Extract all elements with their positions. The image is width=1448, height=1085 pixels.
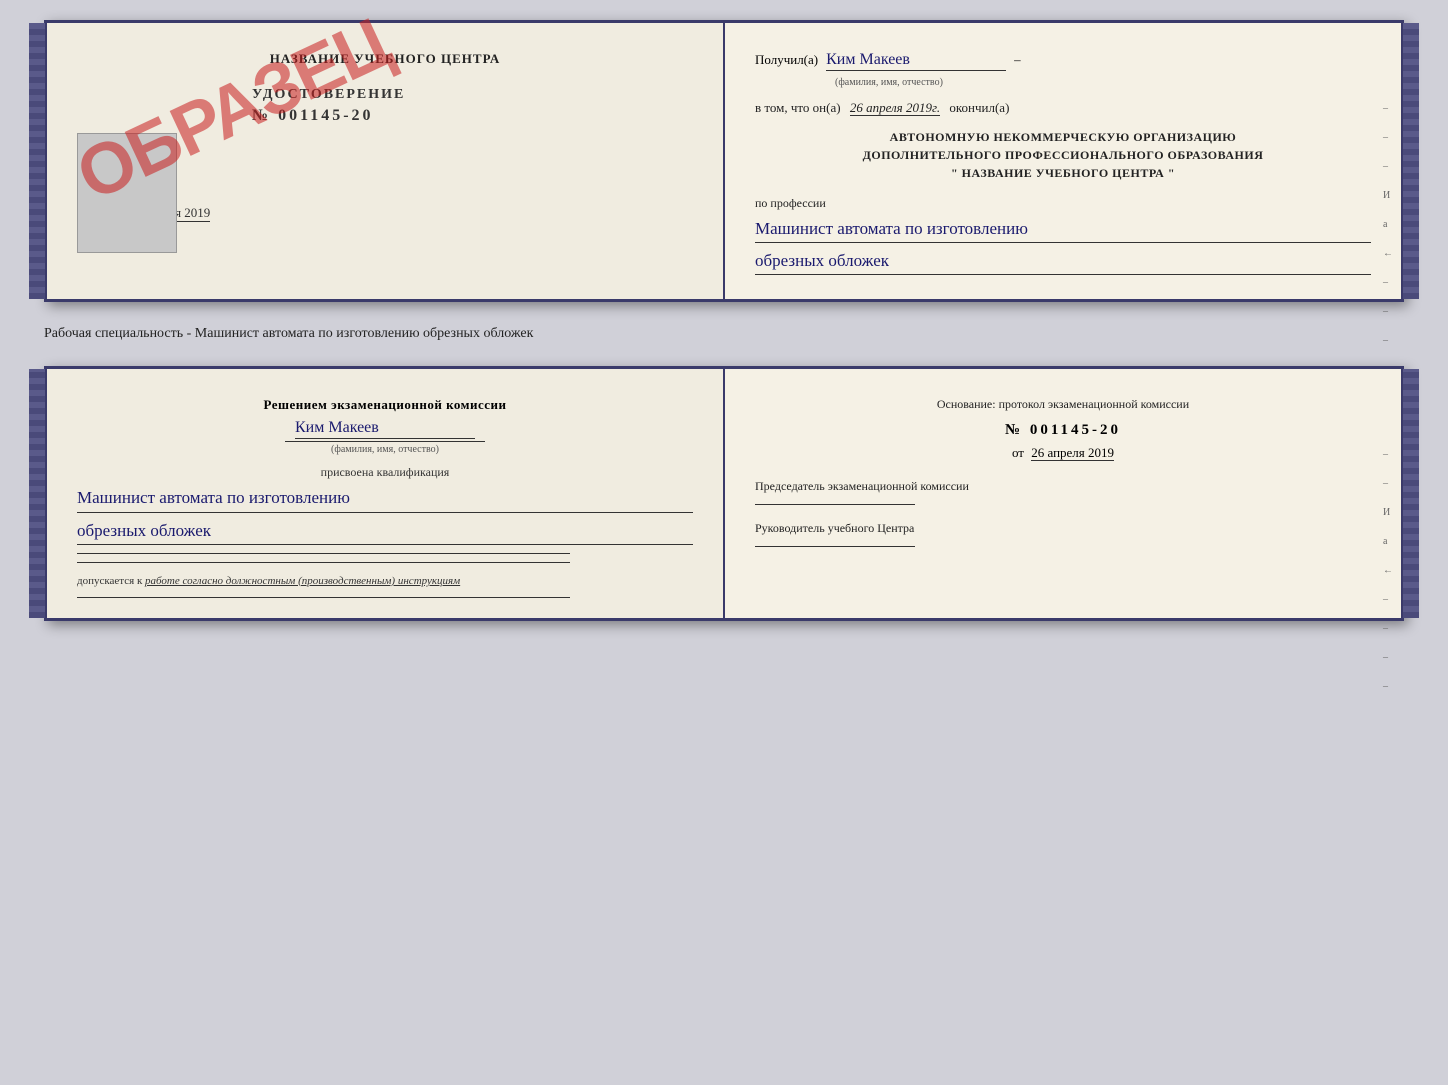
- director-label: Руководитель учебного Центра: [755, 521, 1371, 536]
- protocol-date-line: от 26 апреля 2019: [755, 445, 1371, 461]
- org-quote-open: ": [951, 166, 958, 180]
- assigned-label: присвоена квалификация: [77, 465, 693, 480]
- bottom-margin-indicators: – – И а ← – – – –: [1383, 449, 1393, 692]
- bottom-doc-right: Основание: протокол экзаменационной коми…: [725, 369, 1401, 617]
- org-name: НАЗВАНИЕ УЧЕБНОГО ЦЕНТРА: [962, 166, 1165, 180]
- separator-label: Рабочая специальность - Машинист автомат…: [44, 320, 1404, 348]
- org-line1: АВТОНОМНУЮ НЕКОММЕРЧЕСКУЮ ОРГАНИЗАЦИЮ: [755, 128, 1371, 146]
- in-that-line: в том, что он(а) 26 апреля 2019г. окончи…: [755, 100, 1371, 116]
- margin-indicators: – – – И а ← – – – –: [1383, 103, 1393, 375]
- school-name-top: НАЗВАНИЕ УЧЕБНОГО ЦЕНТРА: [77, 51, 693, 67]
- protocol-date-value: 26 апреля 2019: [1031, 445, 1114, 461]
- org-block: АВТОНОМНУЮ НЕКОММЕРЧЕСКУЮ ОРГАНИЗАЦИЮ ДО…: [755, 128, 1371, 182]
- top-doc-left: НАЗВАНИЕ УЧЕБНОГО ЦЕНТРА ОБРАЗЕЦ УДОСТОВ…: [47, 23, 725, 299]
- bottom-document: Решением экзаменационной комиссии Ким Ма…: [44, 366, 1404, 620]
- photo-area: [77, 133, 177, 253]
- bottom-person-name: Ким Макеев: [295, 419, 475, 439]
- cert-label: УДОСТОВЕРЕНИЕ: [252, 87, 693, 103]
- profession-label: по профессии: [755, 196, 1371, 211]
- decision-text: Решением экзаменационной комиссии: [77, 397, 693, 413]
- qual-line1: Машинист автомата по изготовлению: [77, 484, 693, 512]
- org-quote-close: ": [1168, 166, 1175, 180]
- date-value-top: 26 апреля 2019г.: [850, 100, 940, 116]
- cert-number: № 001145-20: [252, 107, 693, 125]
- top-document: НАЗВАНИЕ УЧЕБНОГО ЦЕНТРА ОБРАЗЕЦ УДОСТОВ…: [44, 20, 1404, 302]
- received-line: Получил(а) Ким Макеев –: [755, 51, 1371, 71]
- date-prefix: от: [1012, 445, 1024, 460]
- qual-line2: обрезных обложек: [77, 517, 693, 545]
- allowed-text: работе согласно должностным (производств…: [145, 575, 460, 587]
- bottom-person-name-wrapper: Ким Макеев: [77, 419, 693, 439]
- chairman-label: Председатель экзаменационной комиссии: [755, 479, 1371, 494]
- dash1: –: [1014, 52, 1021, 68]
- in-that-prefix: в том, что он(а): [755, 100, 841, 115]
- org-line2: ДОПОЛНИТЕЛЬНОГО ПРОФЕССИОНАЛЬНОГО ОБРАЗО…: [755, 146, 1371, 164]
- profession-line2: обрезных обложек: [755, 247, 1371, 275]
- org-name-line: " НАЗВАНИЕ УЧЕБНОГО ЦЕНТРА ": [755, 164, 1371, 182]
- bottom-doc-left: Решением экзаменационной комиссии Ким Ма…: [47, 369, 725, 617]
- recipient-name: Ким Макеев: [826, 51, 1006, 71]
- received-prefix: Получил(а): [755, 52, 818, 68]
- bottom-fio-label: (фамилия, имя, отчество): [285, 441, 485, 455]
- protocol-number: № 001145-20: [755, 422, 1371, 439]
- basis-label: Основание: протокол экзаменационной коми…: [755, 397, 1371, 412]
- top-doc-right: Получил(а) Ким Макеев – (фамилия, имя, о…: [725, 23, 1401, 299]
- chairman-block: Председатель экзаменационной комиссии: [755, 479, 1371, 505]
- finished-suffix: окончил(а): [949, 100, 1009, 115]
- allowed-block: допускается к работе согласно должностны…: [77, 575, 693, 587]
- director-block: Руководитель учебного Центра: [755, 521, 1371, 547]
- allowed-prefix: допускается к: [77, 575, 142, 587]
- fio-label-top: (фамилия, имя, отчество): [835, 77, 1371, 88]
- profession-line1: Машинист автомата по изготовлению: [755, 215, 1371, 243]
